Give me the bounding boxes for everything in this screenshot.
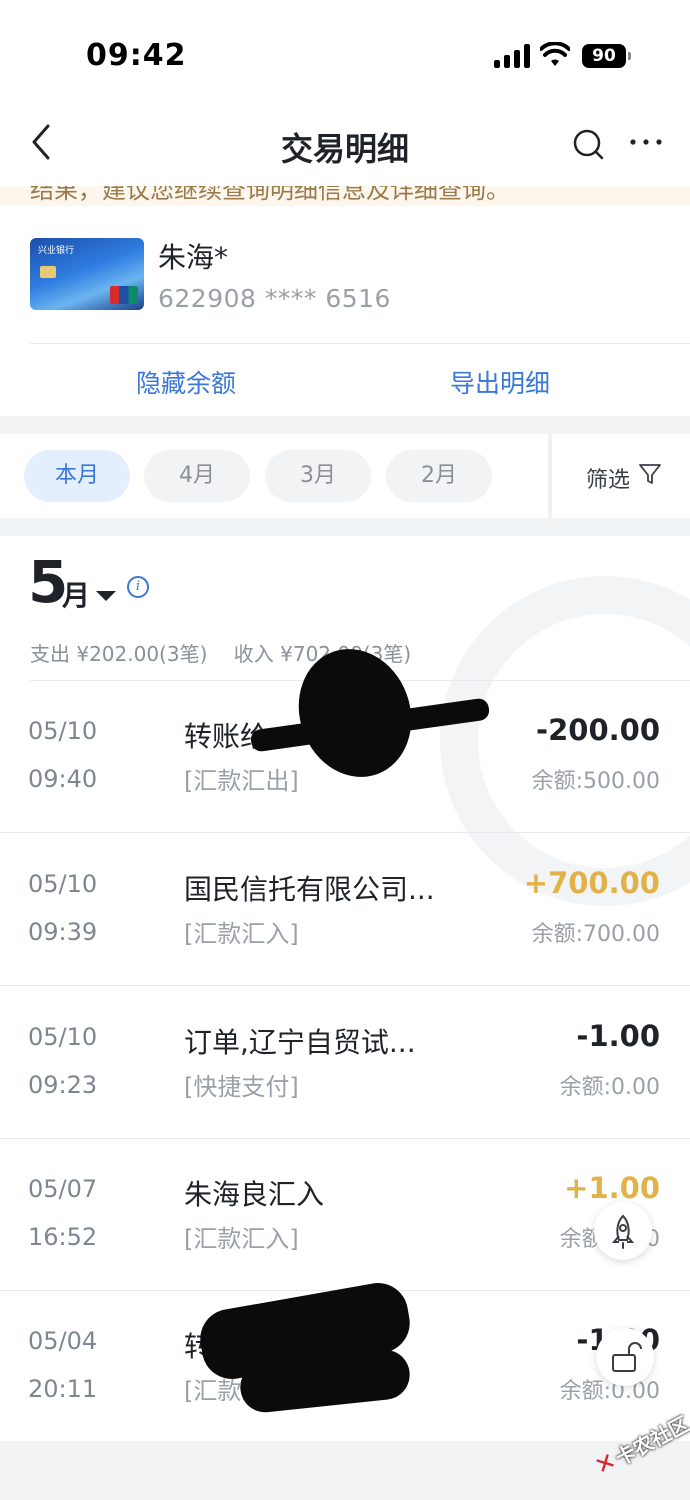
notice-strip: 结果，建议您继续查询明细信息及详细查询。 (0, 186, 690, 206)
unlock-icon (612, 1342, 642, 1372)
tab-february[interactable]: 2月 (386, 450, 492, 502)
divider (0, 985, 690, 986)
rocket-button[interactable] (594, 1202, 652, 1260)
transaction-row[interactable]: 05/10 09:23 订单,辽宁自贸试... [快捷支付] -1.00 余额:… (0, 987, 690, 1139)
filter-icon[interactable] (638, 462, 662, 486)
transaction-amount: -1.00 (576, 1019, 660, 1053)
transaction-time: 09:39 (28, 918, 98, 946)
transaction-balance: 余额:700.00 (531, 922, 660, 947)
transaction-balance: 余额:500.00 (531, 769, 660, 794)
transaction-list: 5 月 i 支出 ¥202.00(3笔) 收入 ¥702.00(3笔) 05/1… (0, 536, 690, 1441)
card-number: 622908 **** 6516 (158, 284, 391, 313)
filter-label[interactable]: 筛选 (586, 462, 630, 494)
bank-card-image: 兴业银行 (30, 238, 144, 310)
status-bar: 09:42 90 (0, 0, 690, 100)
expense-summary: 支出 ¥202.00(3笔) (30, 642, 208, 666)
hide-balance-button[interactable]: 隐藏余额 (136, 364, 236, 400)
notice-text: 结果，建议您继续查询明细信息及详细查询。 (30, 186, 510, 204)
transaction-title: 订单,辽宁自贸试... (184, 1026, 416, 1059)
transaction-time: 20:11 (28, 1375, 98, 1403)
nav-bar: 交易明细 (0, 100, 690, 186)
transaction-type: [汇款汇入] (184, 1225, 299, 1253)
month-unit: 月 (62, 579, 91, 612)
transaction-amount: +700.00 (523, 866, 660, 900)
card-bank-name: 兴业银行 (38, 246, 75, 256)
more-icon[interactable] (628, 130, 664, 154)
info-icon[interactable]: i (127, 576, 149, 598)
transaction-title: 朱海良汇入 (184, 1178, 325, 1211)
card-chip (40, 266, 56, 278)
divider (30, 343, 690, 344)
battery-indicator: 90 (582, 44, 631, 68)
tab-april[interactable]: 4月 (144, 450, 250, 502)
divider (0, 832, 690, 833)
search-icon[interactable] (572, 128, 604, 160)
transaction-time: 09:23 (28, 1071, 98, 1099)
transaction-amount: +1.00 (564, 1171, 660, 1205)
transaction-title: 国民信托有限公司... (184, 873, 435, 906)
transaction-date: 05/10 (28, 870, 98, 898)
transaction-balance: 余额:0.00 (559, 1075, 660, 1100)
export-detail-button[interactable]: 导出明细 (450, 364, 550, 400)
transaction-date: 05/04 (28, 1327, 98, 1355)
rocket-icon (611, 1214, 635, 1249)
transaction-row[interactable]: 05/10 09:39 国民信托有限公司... [汇款汇入] +700.00 余… (0, 834, 690, 986)
transaction-type: [汇款汇出] (184, 767, 299, 795)
transaction-time: 09:40 (28, 765, 98, 793)
transaction-row[interactable]: 05/07 16:52 朱海良汇入 [汇款汇入] +1.00 余额:1.00 (0, 1139, 690, 1291)
status-time: 09:42 (86, 38, 187, 73)
transaction-amount: -200.00 (536, 713, 660, 747)
month-tabs: 本月 4月 3月 2月 筛选 (0, 434, 690, 518)
transaction-time: 16:52 (28, 1223, 98, 1251)
tab-march[interactable]: 3月 (265, 450, 371, 502)
transaction-type: [快捷支付] (184, 1073, 299, 1101)
card-holder-name: 朱海* (158, 241, 229, 274)
cellular-signal-icon (494, 44, 530, 68)
transaction-date: 05/07 (28, 1175, 98, 1203)
chevron-down-icon[interactable] (96, 591, 116, 601)
wifi-icon (540, 42, 570, 66)
transaction-type: [汇款汇入] (184, 920, 299, 948)
unionpay-logo (110, 286, 138, 304)
card-section: 兴业银行 朱海* 622908 **** 6516 隐藏余额 导出明细 (0, 206, 690, 416)
filter-button[interactable]: 筛选 (548, 434, 690, 518)
tab-this-month[interactable]: 本月 (24, 450, 130, 502)
transaction-date: 05/10 (28, 1023, 98, 1051)
transaction-date: 05/10 (28, 717, 98, 745)
unlock-button[interactable] (596, 1328, 654, 1386)
